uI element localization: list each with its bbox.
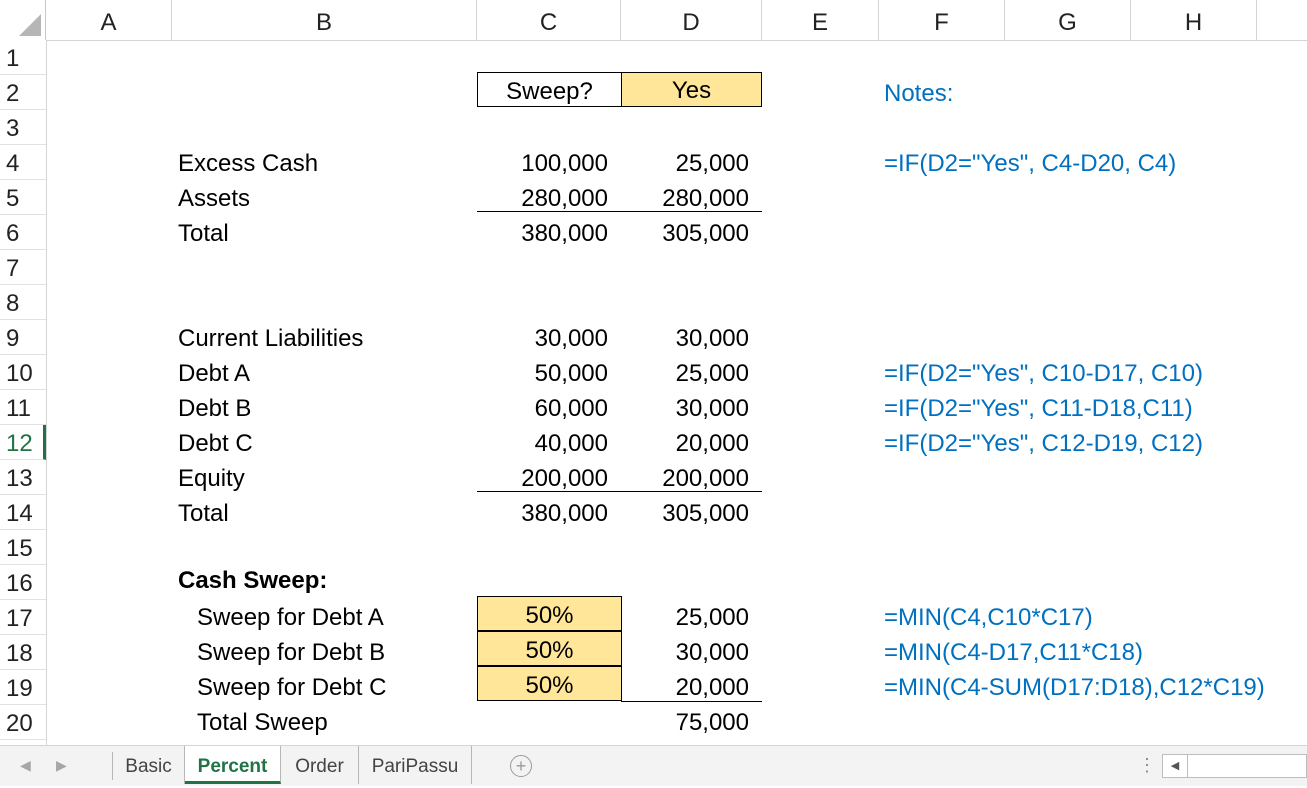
sweep-debt-a-label: Sweep for Debt A xyxy=(197,604,384,631)
debt-c-c[interactable]: 40,000 xyxy=(480,426,608,461)
row-header-16[interactable]: 16 xyxy=(0,565,46,600)
row-header-5[interactable]: 5 xyxy=(0,180,46,215)
row-header-18[interactable]: 18 xyxy=(0,635,46,670)
current-liabilities-c[interactable]: 30,000 xyxy=(480,321,608,356)
horizontal-scrollbar[interactable]: ◀ xyxy=(1162,754,1307,778)
total-sweep-label: Total Sweep xyxy=(197,709,328,736)
debt-a-d[interactable]: 25,000 xyxy=(624,356,749,391)
debt-c-d[interactable]: 20,000 xyxy=(624,426,749,461)
current-liabilities-label: Current Liabilities xyxy=(178,325,364,352)
total-sweep-d[interactable]: 75,000 xyxy=(624,705,749,740)
row-header-9[interactable]: 9 xyxy=(0,320,46,355)
debt-a-note: =IF(D2="Yes", C10-D17, C10) xyxy=(884,360,1203,387)
column-header-d[interactable]: D xyxy=(621,0,762,40)
current-liabilities-d[interactable]: 30,000 xyxy=(624,321,749,356)
cash-sweep-heading: Cash Sweep: xyxy=(178,567,328,594)
row-header-1[interactable]: 1 xyxy=(0,40,46,75)
select-all-corner[interactable] xyxy=(0,0,46,40)
debt-b-note: =IF(D2="Yes", C11-D18,C11) xyxy=(884,395,1193,422)
assets-label: Assets xyxy=(178,185,251,212)
row-header-11[interactable]: 11 xyxy=(0,390,46,425)
sweep-debt-c-pct[interactable]: 50% xyxy=(477,666,622,701)
row-header-17[interactable]: 17 xyxy=(0,600,46,635)
sweep-debt-b-d[interactable]: 30,000 xyxy=(624,635,749,670)
scroll-left-icon[interactable]: ◀ xyxy=(1163,755,1188,777)
plus-circle-icon[interactable]: + xyxy=(510,755,532,777)
excess-cash-note: =IF(D2="Yes", C4-D20, C4) xyxy=(884,150,1177,177)
column-header-e[interactable]: E xyxy=(762,0,879,40)
tab-percent[interactable]: Percent xyxy=(185,746,281,784)
debt-c-label: Debt C xyxy=(178,430,253,457)
row-header-6[interactable]: 6 xyxy=(0,215,46,250)
sweep-debt-c-d[interactable]: 20,000 xyxy=(624,670,749,705)
tab-basic[interactable]: Basic xyxy=(113,746,185,784)
assets-total-label: Total xyxy=(178,220,229,247)
excess-cash-c[interactable]: 100,000 xyxy=(480,146,608,181)
column-header-c[interactable]: C xyxy=(477,0,621,40)
column-header-h[interactable]: H xyxy=(1131,0,1257,40)
sweep-toggle-cell[interactable]: Yes xyxy=(621,72,762,107)
row-header-7[interactable]: 7 xyxy=(0,250,46,285)
sweep-debt-a-d[interactable]: 25,000 xyxy=(624,600,749,635)
column-header-f[interactable]: F xyxy=(879,0,1005,40)
column-header-a[interactable]: A xyxy=(46,0,172,40)
triangle-left-icon[interactable]: ◀ xyxy=(20,754,31,776)
row-header-bar: 1 2 3 4 5 6 7 8 9 10 11 12 13 14 15 16 1… xyxy=(0,40,47,745)
sheet-tab-bar: ◀ ▶ Basic Percent Order PariPassu + ⋮ ◀ xyxy=(0,745,1307,786)
notes-heading: Notes: xyxy=(884,80,954,107)
liabilities-total-underline xyxy=(477,491,762,492)
sweep-debt-c-note: =MIN(C4-SUM(D17:D18),C12*C19) xyxy=(884,674,1265,701)
sweep-label-cell[interactable]: Sweep? xyxy=(477,72,622,107)
excess-cash-d[interactable]: 25,000 xyxy=(624,146,749,181)
column-header-g[interactable]: G xyxy=(1005,0,1131,40)
sweep-debt-a-note: =MIN(C4,C10*C17) xyxy=(884,604,1093,631)
sweep-debt-c-label: Sweep for Debt C xyxy=(197,674,387,701)
row-header-10[interactable]: 10 xyxy=(0,355,46,390)
equity-label: Equity xyxy=(178,465,245,492)
row-header-19[interactable]: 19 xyxy=(0,670,46,705)
liabilities-total-c[interactable]: 380,000 xyxy=(480,496,608,531)
debt-b-c[interactable]: 60,000 xyxy=(480,391,608,426)
row-header-13[interactable]: 13 xyxy=(0,460,46,495)
row-header-2[interactable]: 2 xyxy=(0,75,46,110)
sweep-debt-b-pct[interactable]: 50% xyxy=(477,631,622,666)
row-header-12-selected[interactable]: 12 xyxy=(0,425,46,460)
liabilities-total-label: Total xyxy=(178,500,229,527)
debt-c-note: =IF(D2="Yes", C12-D19, C12) xyxy=(884,430,1203,457)
tab-paripassu[interactable]: PariPassu xyxy=(359,746,472,784)
tab-order[interactable]: Order xyxy=(281,746,359,784)
sweep-total-underline xyxy=(621,701,762,702)
assets-total-d[interactable]: 305,000 xyxy=(624,216,749,251)
liabilities-total-d[interactable]: 305,000 xyxy=(624,496,749,531)
row-header-3[interactable]: 3 xyxy=(0,110,46,145)
excess-cash-label: Excess Cash xyxy=(178,150,319,177)
debt-a-label: Debt A xyxy=(178,360,251,387)
column-header-bar: A B C D E F G H xyxy=(0,0,1307,41)
row-header-4[interactable]: 4 xyxy=(0,145,46,180)
debt-b-d[interactable]: 30,000 xyxy=(624,391,749,426)
sweep-debt-b-note: =MIN(C4-D17,C11*C18) xyxy=(884,639,1143,666)
row-header-8[interactable]: 8 xyxy=(0,285,46,320)
sweep-debt-a-pct[interactable]: 50% xyxy=(477,596,622,631)
column-header-b[interactable]: B xyxy=(172,0,477,40)
row-header-15[interactable]: 15 xyxy=(0,530,46,565)
vertical-dots-icon[interactable]: ⋮ xyxy=(1138,754,1156,776)
row-header-20[interactable]: 20 xyxy=(0,705,46,740)
sweep-debt-b-label: Sweep for Debt B xyxy=(197,639,386,666)
row-header-14[interactable]: 14 xyxy=(0,495,46,530)
assets-total-c[interactable]: 380,000 xyxy=(480,216,608,251)
debt-a-c[interactable]: 50,000 xyxy=(480,356,608,391)
debt-b-label: Debt B xyxy=(178,395,252,422)
assets-total-underline xyxy=(477,211,762,212)
triangle-right-icon[interactable]: ▶ xyxy=(56,754,67,776)
